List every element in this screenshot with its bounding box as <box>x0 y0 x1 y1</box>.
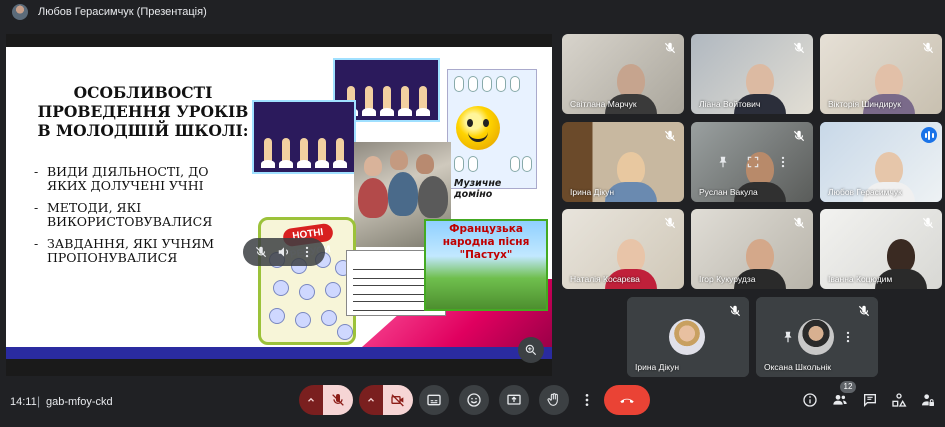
info-icon <box>803 393 817 407</box>
mic-off-icon <box>922 217 934 229</box>
participant-tile[interactable]: Іванна Коцюдим <box>820 209 942 289</box>
pin-icon[interactable] <box>713 152 733 172</box>
pin-icon[interactable] <box>778 327 798 347</box>
zoom-icon <box>525 344 537 356</box>
rebus-image: НОТНІ РЕБУСИ <box>258 217 356 345</box>
participant-name: Ірина Дікун <box>570 187 615 197</box>
slide-bullet: ВИДИ ДІЯЛЬНОСТІ, ДО ЯКИХ ДОЛУЧЕНІ УЧНІ <box>34 165 239 193</box>
mic-off-icon <box>332 394 344 406</box>
mic-off-icon <box>793 130 805 142</box>
people-button[interactable] <box>830 390 850 410</box>
camera-off-icon <box>391 394 404 407</box>
participant-name: Ігор Кукурудза <box>699 274 756 284</box>
mic-off-icon <box>922 42 934 54</box>
present-screen-icon <box>507 394 521 405</box>
hand-icon <box>547 393 558 406</box>
more-options-button[interactable] <box>577 385 597 415</box>
microphone-toggle-button[interactable] <box>323 385 353 415</box>
participant-tile[interactable]: Оксана Школьнік <box>756 297 878 377</box>
participant-tile[interactable]: Ірина Дікун <box>627 297 749 377</box>
people-icon <box>833 395 847 405</box>
meeting-time: 14:11 <box>10 396 37 408</box>
folk-song-image: Французька народна пісня "Пастух" <box>424 219 548 311</box>
presentation-controls <box>243 238 325 266</box>
window-title: Любов Герасимчук (Презентація) <box>38 6 207 18</box>
hang-up-icon <box>620 398 634 403</box>
participant-name: Вікторія Шиндирук <box>828 99 902 109</box>
mic-off-icon <box>729 305 741 317</box>
participant-name: Ліана Войтович <box>699 99 761 109</box>
participant-tile-active[interactable]: Любов Герасимчук <box>820 122 942 202</box>
top-bar: Любов Герасимчук (Презентація) <box>0 0 945 24</box>
participant-name: Ірина Дікун <box>635 362 680 372</box>
mic-off-icon <box>858 305 870 317</box>
presenter-avatar <box>12 4 28 20</box>
participant-name: Оксана Школьнік <box>764 362 832 372</box>
smiley-icon <box>456 106 500 150</box>
separator: | <box>37 394 41 408</box>
participant-name: Любов Герасимчук <box>828 187 902 197</box>
dance-image-left <box>252 100 356 174</box>
folk-song-label: Французька народна пісня "Пастух" <box>442 223 530 261</box>
activities-button[interactable] <box>889 390 909 410</box>
participant-tile[interactable]: Ліана Войтович <box>691 34 813 114</box>
audio-options-button[interactable] <box>299 385 323 415</box>
mic-off-icon <box>664 217 676 229</box>
mic-off-icon[interactable] <box>252 243 270 261</box>
camera-toggle-button[interactable] <box>383 385 413 415</box>
chevron-up-icon <box>308 397 314 402</box>
participant-name: Руслан Вакула <box>699 187 758 197</box>
slide-bullet: ЗАВДАННЯ, ЯКІ УЧНЯМ ПРОПОНУВАЛИСЯ <box>34 237 239 265</box>
participant-name: Наталія Косарєва <box>570 274 640 284</box>
captions-button[interactable] <box>419 385 449 415</box>
chat-button[interactable] <box>860 390 880 410</box>
tile-controls <box>713 150 793 174</box>
more-options-icon[interactable] <box>773 152 793 172</box>
presentation-view[interactable]: ОСОБЛИВОСТІ ПРОВЕДЕННЯ УРОКІВ В МОЛОДШІЙ… <box>6 34 552 376</box>
leave-call-button[interactable] <box>604 385 650 415</box>
slide: ОСОБЛИВОСТІ ПРОВЕДЕННЯ УРОКІВ В МОЛОДШІЙ… <box>6 47 552 347</box>
emoji-icon <box>467 393 481 407</box>
present-button[interactable] <box>499 385 529 415</box>
participant-tile[interactable]: Наталія Косарєва <box>562 209 684 289</box>
avatar <box>669 319 705 355</box>
video-options-button[interactable] <box>359 385 383 415</box>
domino-image: Музичне доміно <box>447 69 537 200</box>
more-options-icon[interactable] <box>838 327 858 347</box>
participant-name: Іванна Коцюдим <box>828 274 893 284</box>
participant-tile[interactable]: Ігор Кукурудза <box>691 209 813 289</box>
slide-bullets: ВИДИ ДІЯЛЬНОСТІ, ДО ЯКИХ ДОЛУЧЕНІ УЧНІ М… <box>34 165 239 273</box>
chevron-up-icon <box>368 397 374 402</box>
reactions-button[interactable] <box>459 385 489 415</box>
mic-off-icon <box>793 217 805 229</box>
mic-off-icon <box>793 42 805 54</box>
mic-off-icon <box>664 130 676 142</box>
meeting-code: gab-mfoy-ckd <box>46 396 113 408</box>
volume-icon[interactable] <box>275 243 293 261</box>
more-options-icon[interactable] <box>298 243 316 261</box>
chat-icon <box>864 394 876 407</box>
activities-icon <box>892 393 907 407</box>
slide-footer-bar <box>6 347 552 359</box>
participant-tile[interactable]: Світлана Марчук <box>562 34 684 114</box>
mic-off-icon <box>664 42 676 54</box>
lock-person-icon <box>922 394 934 406</box>
slide-title: ОСОБЛИВОСТІ ПРОВЕДЕННЯ УРОКІВ В МОЛОДШІЙ… <box>37 83 249 140</box>
participant-tile[interactable]: Вікторія Шиндирук <box>820 34 942 114</box>
more-options-icon <box>585 394 589 406</box>
captions-icon <box>427 394 441 406</box>
bottom-toolbar: 14:11 | gab-mfoy-ckd 12 <box>0 380 945 427</box>
meeting-details-button[interactable] <box>800 390 820 410</box>
participant-tile[interactable]: Руслан Вакула <box>691 122 813 202</box>
raise-hand-button[interactable] <box>539 385 569 415</box>
fullscreen-icon[interactable] <box>743 152 763 172</box>
host-controls-button[interactable] <box>918 390 938 410</box>
zoom-button[interactable] <box>518 337 544 363</box>
slide-bullet: МЕТОДИ, ЯКІ ВИКОРИСТОВУВАЛИСЯ <box>34 201 239 229</box>
domino-label: Музичне доміно <box>454 178 502 200</box>
speaking-indicator-icon <box>921 127 937 143</box>
participant-name: Світлана Марчук <box>570 99 637 109</box>
tile-controls <box>778 325 858 349</box>
participant-tile[interactable]: Ірина Дікун <box>562 122 684 202</box>
